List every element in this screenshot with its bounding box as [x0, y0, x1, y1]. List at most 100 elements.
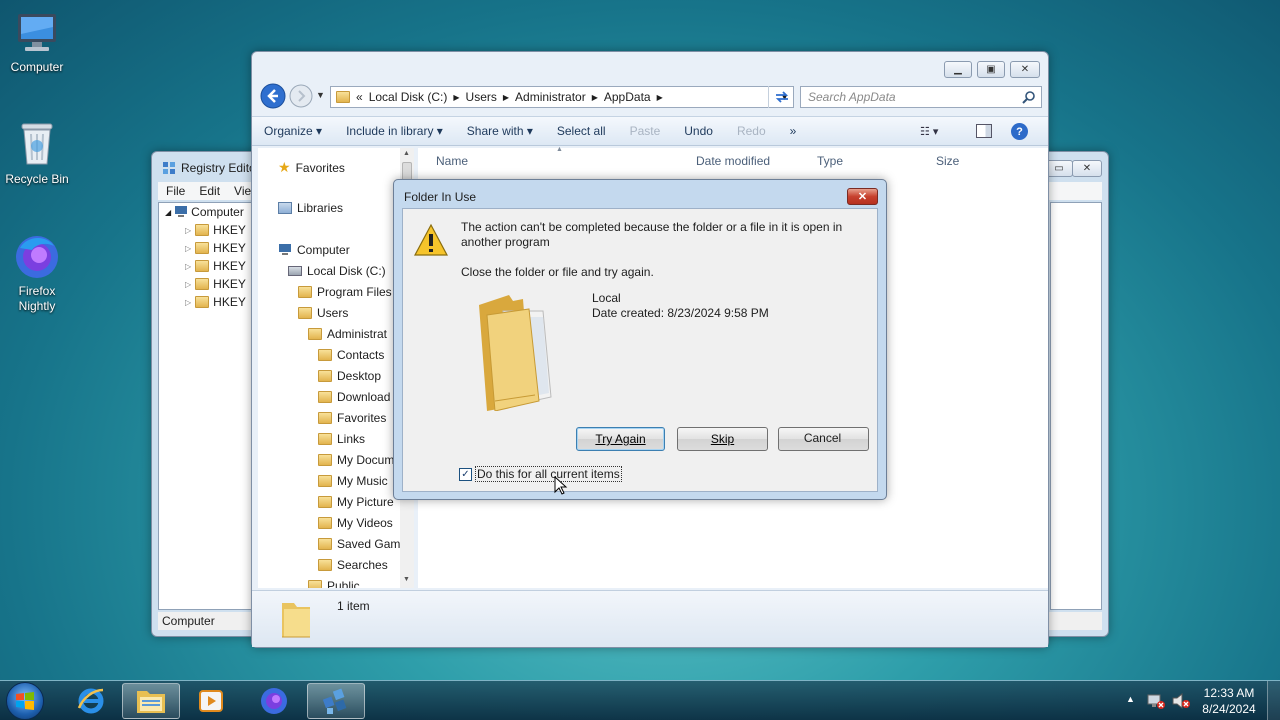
- window-title: Registry Edito: [181, 161, 256, 175]
- firefox-nightly-icon: [261, 688, 287, 714]
- close-button[interactable]: ✕: [1010, 61, 1040, 78]
- view-options-icon[interactable]: ☷ ▾: [920, 125, 938, 138]
- address-bar[interactable]: « Local Disk (C:) ▶ Users ▶ Administrator ▶…: [330, 86, 794, 108]
- clock[interactable]: 12:33 AM 8/24/2024: [1196, 685, 1262, 717]
- scroll-up-icon[interactable]: ▲: [403, 150, 410, 157]
- tree-key[interactable]: ▷ HKEY: [185, 223, 246, 237]
- internet-explorer-icon: [77, 688, 104, 714]
- start-button[interactable]: [6, 682, 44, 720]
- cancel-button[interactable]: [778, 427, 869, 451]
- column-name[interactable]: Name: [436, 154, 468, 168]
- chevron-right-icon[interactable]: ▶: [592, 93, 598, 102]
- details-pane: 1 item: [252, 590, 1048, 647]
- dialog-message: The action can't be completed because th…: [461, 220, 843, 249]
- collapse-arrow-icon[interactable]: ◢: [165, 208, 171, 217]
- clock-time: 12:33 AM: [1203, 686, 1255, 700]
- checkbox-checked-icon[interactable]: ✓: [459, 467, 472, 481]
- nav-public[interactable]: Public: [308, 579, 360, 588]
- desktop-icon-label: Computer: [10, 60, 64, 74]
- nav-searches[interactable]: Searches: [318, 558, 388, 572]
- tree-key[interactable]: ▷ HKEY: [185, 259, 246, 273]
- taskbar-internet-explorer[interactable]: [62, 683, 120, 719]
- recent-pages-arrow-icon[interactable]: ▼: [316, 90, 325, 100]
- menu-edit[interactable]: Edit: [199, 184, 220, 198]
- search-input[interactable]: Search AppData: [800, 86, 1042, 108]
- nav-favorites[interactable]: ★ Favorites: [278, 159, 345, 176]
- taskbar: ▲ 12:33 AM 8/24/2024: [0, 680, 1280, 720]
- chevron-right-icon[interactable]: ▶: [503, 93, 509, 102]
- try-again-button[interactable]: Try Again: [576, 427, 665, 451]
- tree-key[interactable]: ▷ HKEY: [185, 241, 246, 255]
- share-with-button[interactable]: Share with ▾: [455, 124, 545, 138]
- forward-icon[interactable]: [289, 84, 313, 108]
- folder-in-use-dialog[interactable]: Folder In Use ✕ The action can't be comp…: [393, 179, 887, 500]
- preview-pane-icon[interactable]: [976, 124, 992, 138]
- tree-key[interactable]: ▷ HKEY: [185, 295, 246, 309]
- drive-icon: [288, 266, 302, 276]
- breadcrumb-appdata[interactable]: AppData: [604, 90, 651, 104]
- nav-favorites-folder[interactable]: Favorites: [318, 411, 386, 425]
- help-icon[interactable]: ?: [1011, 123, 1028, 140]
- breadcrumb-overflow[interactable]: «: [356, 90, 363, 104]
- show-hidden-icons-arrow[interactable]: ▲: [1126, 694, 1135, 704]
- nav-my-documents[interactable]: My Docum: [318, 453, 394, 467]
- nav-downloads[interactable]: Download: [318, 390, 390, 404]
- chevron-right-icon[interactable]: ▶: [657, 93, 663, 102]
- nav-users[interactable]: Users: [298, 306, 348, 320]
- organize-button[interactable]: Organize ▾: [252, 124, 334, 138]
- column-date-modified[interactable]: Date modified: [696, 154, 770, 168]
- nav-program-files[interactable]: Program Files: [298, 285, 392, 299]
- skip-button[interactable]: Skip: [677, 427, 768, 451]
- taskbar-windows-explorer[interactable]: [122, 683, 180, 719]
- more-commands-button[interactable]: »: [778, 124, 809, 138]
- taskbar-media-player[interactable]: [182, 683, 240, 719]
- select-all-button[interactable]: Select all: [545, 124, 618, 138]
- user-folder-icon: [308, 328, 322, 340]
- nav-my-videos[interactable]: My Videos: [318, 516, 393, 530]
- maximize-button[interactable]: ▣: [977, 61, 1005, 78]
- include-in-library-button[interactable]: Include in library ▾: [334, 124, 455, 138]
- nav-contacts[interactable]: Contacts: [318, 348, 384, 362]
- nav-saved-games[interactable]: Saved Gam: [318, 537, 400, 551]
- nav-my-pictures[interactable]: My Picture: [318, 495, 394, 509]
- desktop-folder-icon: [318, 370, 332, 382]
- column-size[interactable]: Size: [936, 154, 959, 168]
- desktop-icon-computer[interactable]: Computer: [0, 8, 74, 74]
- close-button[interactable]: ✕: [1072, 160, 1102, 177]
- desktop-icon-recycle-bin[interactable]: Recycle Bin: [0, 120, 74, 186]
- scroll-down-icon[interactable]: ▼: [403, 576, 410, 583]
- column-type[interactable]: Type: [817, 154, 843, 168]
- restore-button[interactable]: ▭: [1045, 160, 1073, 177]
- network-disconnected-icon[interactable]: [1147, 693, 1165, 709]
- nav-administrator[interactable]: Administrat: [308, 327, 387, 341]
- registry-tree: ◢ Computer ▷ HKEY ▷ HKEY ▷ HKEY ▷ HKEY ▷ HKEY: [158, 202, 252, 610]
- undo-button[interactable]: Undo: [672, 124, 725, 138]
- desktop-icon-firefox-nightly[interactable]: Firefox Nightly: [0, 232, 74, 314]
- breadcrumb-users[interactable]: Users: [466, 90, 497, 104]
- tree-root[interactable]: Computer: [191, 205, 244, 219]
- volume-muted-icon[interactable]: [1172, 693, 1190, 709]
- folder-icon: [195, 224, 210, 236]
- mouse-cursor-icon: [554, 476, 568, 495]
- libraries-icon: [278, 202, 292, 214]
- nav-my-music[interactable]: My Music: [318, 474, 388, 488]
- refresh-button[interactable]: [768, 86, 794, 108]
- breadcrumb-administrator[interactable]: Administrator: [515, 90, 586, 104]
- nav-computer[interactable]: Computer: [278, 243, 350, 257]
- dialog-close-button[interactable]: ✕: [847, 188, 878, 205]
- minimize-button[interactable]: ▁: [944, 61, 972, 78]
- menu-file[interactable]: File: [166, 184, 185, 198]
- nav-links[interactable]: Links: [318, 432, 365, 446]
- taskbar-firefox[interactable]: [245, 683, 303, 719]
- folder-icon: [195, 260, 210, 272]
- taskbar-registry-editor[interactable]: [307, 683, 365, 719]
- do-this-for-all-checkbox[interactable]: ✓ Do this for all current items: [459, 466, 622, 482]
- back-icon[interactable]: [260, 83, 286, 109]
- nav-desktop[interactable]: Desktop: [318, 369, 381, 383]
- nav-local-disk[interactable]: Local Disk (C:): [288, 264, 386, 278]
- tree-key[interactable]: ▷ HKEY: [185, 277, 246, 291]
- show-desktop-button[interactable]: [1267, 681, 1280, 720]
- breadcrumb-local-disk[interactable]: Local Disk (C:): [369, 90, 448, 104]
- chevron-right-icon[interactable]: ▶: [453, 93, 459, 102]
- nav-libraries[interactable]: Libraries: [278, 201, 343, 215]
